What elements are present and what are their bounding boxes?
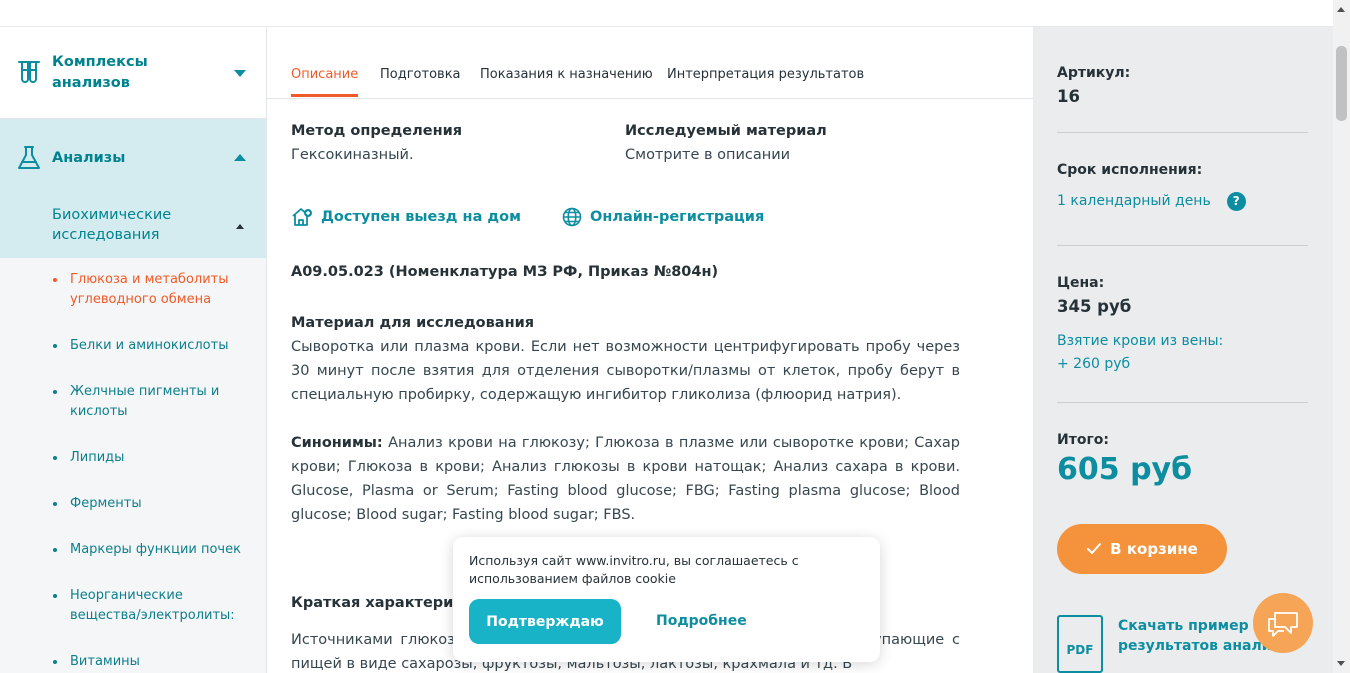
total-value: 605 руб bbox=[1057, 452, 1193, 487]
service-links: Доступен выезд на дом Онлайн-регистрация bbox=[291, 207, 960, 231]
tab-interpretation[interactable]: Интерпретация результатов bbox=[667, 67, 864, 94]
chevron-down-icon bbox=[234, 69, 246, 77]
cookie-text: Используя сайт www.invitro.ru, вы соглаш… bbox=[469, 553, 799, 586]
sidebar-item-bile[interactable]: Желчные пигменты и кислоты bbox=[0, 382, 266, 422]
total-block: Итого: 605 руб bbox=[1057, 432, 1308, 487]
chevron-up-icon bbox=[234, 154, 246, 161]
sidebar-item-label: Маркеры функции почек bbox=[70, 542, 241, 557]
caret-up-icon bbox=[236, 224, 244, 229]
material-label: Исследуемый материал bbox=[625, 123, 827, 139]
term-label: Срок исполнения: bbox=[1057, 162, 1203, 178]
study-material-title: Материал для исследования bbox=[291, 315, 535, 331]
sidebar-item-label: Белки и аминокислоты bbox=[70, 338, 229, 353]
sidebar-item-label: Витамины bbox=[70, 654, 140, 669]
divider bbox=[1057, 402, 1308, 403]
sidebar-item-vitamins[interactable]: Витамины bbox=[0, 652, 266, 672]
price-block: Цена: 345 руб Взятие крови из вены: + 26… bbox=[1057, 275, 1308, 376]
article-label: Артикул: bbox=[1057, 65, 1131, 81]
blood-draw-value: + 260 руб bbox=[1057, 356, 1131, 372]
sidebar-group-analyses-label: Анализы bbox=[52, 149, 126, 166]
term-value: 1 календарный день bbox=[1057, 193, 1211, 209]
method-label: Метод определения bbox=[291, 123, 463, 139]
online-registration-label: Онлайн-регистрация bbox=[590, 209, 765, 225]
checkmark-icon bbox=[1087, 543, 1102, 554]
in-cart-label: В корзине bbox=[1110, 540, 1198, 558]
cookie-banner: Используя сайт www.invitro.ru, вы соглаш… bbox=[453, 537, 880, 662]
tab-preparation[interactable]: Подготовка bbox=[380, 67, 461, 94]
sidebar-subgroup-biochem-label: Биохимические исследования bbox=[52, 207, 172, 243]
sidebar-item-label: Глюкоза и метаболиты углеводного обмена bbox=[70, 272, 229, 307]
in-cart-button[interactable]: В корзине bbox=[1057, 524, 1227, 574]
globe-icon bbox=[562, 207, 582, 227]
term-value-row: 1 календарный день? bbox=[1057, 190, 1308, 213]
cookie-more-link[interactable]: Подробнее bbox=[656, 613, 747, 629]
sidebar-item-electrolytes[interactable]: Неорганические вещества/электролиты: bbox=[0, 586, 266, 626]
synonyms-section: Синонимы: Анализ крови на глюкозу; Глюко… bbox=[291, 431, 960, 527]
chat-bubbles-icon bbox=[1268, 612, 1298, 637]
tab-indications[interactable]: Показания к назначению bbox=[480, 67, 653, 94]
test-tubes-icon bbox=[18, 60, 40, 83]
top-bar bbox=[0, 0, 1333, 27]
home-visit-icon bbox=[292, 208, 312, 226]
material-value: Смотрите в описании bbox=[625, 147, 791, 163]
tab-description[interactable]: Описание bbox=[291, 67, 359, 97]
term-block: Срок исполнения: 1 календарный день? bbox=[1057, 162, 1308, 213]
tab-bar: Описание Подготовка Показания к назначен… bbox=[267, 27, 1033, 99]
sidebar-item-lipids[interactable]: Липиды bbox=[0, 448, 266, 468]
bullet-icon bbox=[53, 344, 57, 348]
total-label: Итого: bbox=[1057, 432, 1109, 448]
price-label: Цена: bbox=[1057, 275, 1105, 291]
pdf-label: PDF bbox=[1066, 643, 1094, 657]
bullet-icon bbox=[53, 456, 57, 460]
scroll-down-arrow-icon[interactable] bbox=[1337, 661, 1345, 666]
sidebar-group-complexes[interactable]: Комплексы анализов bbox=[0, 27, 266, 119]
blood-draw-label[interactable]: Взятие крови из вены: bbox=[1057, 330, 1308, 353]
flask-icon bbox=[18, 146, 40, 169]
scroll-up-arrow-icon[interactable] bbox=[1337, 7, 1345, 12]
chat-button[interactable] bbox=[1253, 593, 1313, 653]
synonyms-label: Синонимы: bbox=[291, 435, 383, 451]
bullet-icon bbox=[53, 660, 57, 664]
sidebar-item-label: Желчные пигменты и кислоты bbox=[70, 384, 220, 419]
bullet-icon bbox=[53, 390, 57, 394]
sidebar-item-glucose[interactable]: Глюкоза и метаболиты углеводного обмена bbox=[0, 270, 266, 310]
order-panel: Артикул: 16 Срок исполнения: 1 календарн… bbox=[1033, 27, 1333, 673]
article-block: Артикул: 16 bbox=[1057, 65, 1308, 106]
sidebar-item-kidney[interactable]: Маркеры функции почек bbox=[0, 540, 266, 560]
sidebar-group-complexes-label: Комплексы анализов bbox=[52, 53, 148, 91]
bullet-icon bbox=[53, 278, 57, 282]
sidebar-item-label: Неорганические вещества/электролиты: bbox=[70, 588, 235, 623]
pdf-icon[interactable]: PDF bbox=[1057, 615, 1103, 673]
sidebar-group-analyses[interactable]: Анализы bbox=[0, 119, 266, 197]
price-value: 345 руб bbox=[1057, 297, 1132, 316]
bullet-icon bbox=[53, 502, 57, 506]
page-scrollbar[interactable] bbox=[1333, 0, 1350, 673]
home-visit-label: Доступен выезд на дом bbox=[321, 209, 521, 225]
divider bbox=[1057, 245, 1308, 246]
study-material-section: Материал для исследования Сыворотка или … bbox=[291, 311, 960, 407]
sidebar-subgroup-biochem[interactable]: Биохимические исследования bbox=[0, 197, 266, 258]
nomenclature-code: A09.05.023 (Номенклатура МЗ РФ, Приказ №… bbox=[291, 264, 719, 280]
bullet-icon bbox=[53, 548, 57, 552]
synonyms-text: Анализ крови на глюкозу; Глюкоза в плазм… bbox=[291, 435, 960, 523]
sidebar: Комплексы анализов Анализы Биохимические… bbox=[0, 27, 267, 673]
home-visit-link[interactable]: Доступен выезд на дом bbox=[291, 207, 521, 227]
divider bbox=[1057, 132, 1308, 133]
sidebar-item-label: Липиды bbox=[70, 450, 125, 465]
article-value: 16 bbox=[1057, 87, 1080, 106]
cookie-confirm-button[interactable]: Подтверждаю bbox=[469, 599, 621, 644]
method-value: Гексокиназный. bbox=[291, 147, 414, 163]
bullet-icon bbox=[53, 594, 57, 598]
help-icon[interactable]: ? bbox=[1226, 191, 1246, 211]
sidebar-item-proteins[interactable]: Белки и аминокислоты bbox=[0, 336, 266, 356]
sidebar-item-enzymes[interactable]: Ферменты bbox=[0, 494, 266, 514]
scrollbar-thumb[interactable] bbox=[1336, 46, 1347, 121]
sidebar-item-label: Ферменты bbox=[70, 496, 142, 511]
sidebar-list: Глюкоза и метаболиты углеводного обмена … bbox=[0, 258, 266, 673]
online-registration-link[interactable]: Онлайн-регистрация bbox=[562, 207, 764, 227]
study-material-text: Сыворотка или плазма крови. Если нет воз… bbox=[291, 339, 960, 403]
